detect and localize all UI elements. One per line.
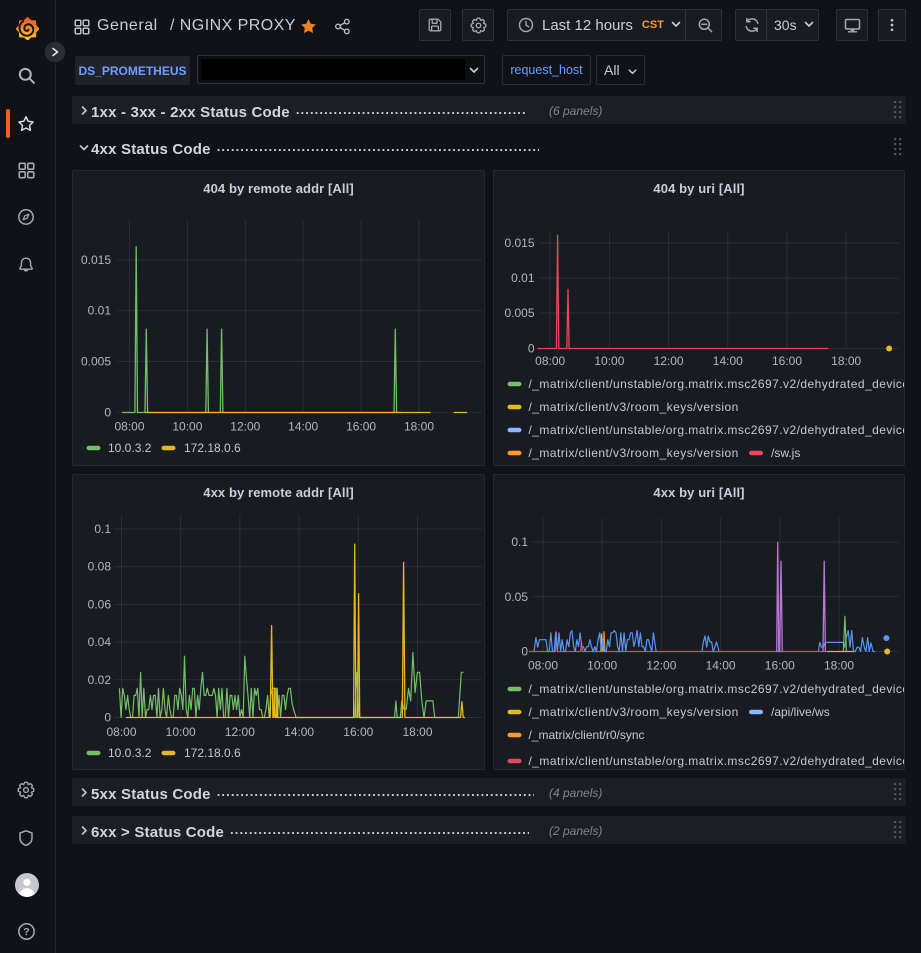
svg-text:16:00: 16:00 xyxy=(346,420,376,434)
svg-text:14:00: 14:00 xyxy=(288,420,318,434)
svg-text:?: ? xyxy=(23,926,29,938)
svg-text:0.015: 0.015 xyxy=(504,236,534,250)
svg-text:0.06: 0.06 xyxy=(88,597,112,611)
svg-text:0.02: 0.02 xyxy=(88,673,112,687)
svg-text:0.04: 0.04 xyxy=(88,635,112,649)
svg-text:0.015: 0.015 xyxy=(81,253,111,267)
svg-text:16:00: 16:00 xyxy=(343,725,373,739)
svg-text:08:00: 08:00 xyxy=(106,725,136,739)
svg-text:14:00: 14:00 xyxy=(706,659,736,673)
svg-text:12:00: 12:00 xyxy=(225,725,255,739)
svg-text:0.08: 0.08 xyxy=(88,560,112,574)
svg-text:/_matrix/client/unstable/org.m: /_matrix/client/unstable/org.matrix.msc2… xyxy=(529,377,906,391)
svg-text:/api/live/ws: /api/live/ws xyxy=(771,705,830,719)
svg-text:/_matrix/client/unstable/org.m: /_matrix/client/unstable/org.matrix.msc2… xyxy=(529,423,906,437)
svg-text:0: 0 xyxy=(104,406,111,420)
svg-text:08:00: 08:00 xyxy=(535,354,565,368)
svg-text:0.05: 0.05 xyxy=(505,590,529,604)
svg-text:16:00: 16:00 xyxy=(772,354,802,368)
svg-text:10:00: 10:00 xyxy=(587,659,617,673)
svg-text:/_matrix/client/r0/sync: /_matrix/client/r0/sync xyxy=(529,728,645,742)
svg-text:0.1: 0.1 xyxy=(511,535,528,549)
svg-text:10.0.3.2: 10.0.3.2 xyxy=(108,746,152,760)
svg-text:/sw.js: /sw.js xyxy=(771,446,800,460)
svg-text:08:00: 08:00 xyxy=(114,420,144,434)
svg-text:12:00: 12:00 xyxy=(230,420,260,434)
svg-text:14:00: 14:00 xyxy=(284,725,314,739)
svg-text:172.18.0.6: 172.18.0.6 xyxy=(184,746,241,760)
svg-text:18:00: 18:00 xyxy=(402,725,432,739)
svg-text:/_matrix/client/v3/room_keys/v: /_matrix/client/v3/room_keys/version xyxy=(529,446,739,460)
svg-text:18:00: 18:00 xyxy=(824,659,854,673)
svg-text:/_matrix/client/v3/room_keys/v: /_matrix/client/v3/room_keys/version xyxy=(529,705,739,719)
svg-text:10:00: 10:00 xyxy=(172,420,202,434)
svg-text:14:00: 14:00 xyxy=(713,354,743,368)
svg-text:0: 0 xyxy=(528,342,535,356)
svg-text:12:00: 12:00 xyxy=(654,354,684,368)
svg-text:172.18.0.6: 172.18.0.6 xyxy=(184,441,241,455)
svg-text:10:00: 10:00 xyxy=(166,725,196,739)
svg-text:08:00: 08:00 xyxy=(528,659,558,673)
svg-text:12:00: 12:00 xyxy=(646,659,676,673)
svg-text:10.0.3.2: 10.0.3.2 xyxy=(108,441,152,455)
svg-text:18:00: 18:00 xyxy=(831,354,861,368)
svg-text:18:00: 18:00 xyxy=(404,420,434,434)
svg-text:10:00: 10:00 xyxy=(594,354,624,368)
svg-text:0.005: 0.005 xyxy=(81,355,111,369)
svg-text:0: 0 xyxy=(104,711,111,725)
svg-text:/_matrix/client/unstable/org.m: /_matrix/client/unstable/org.matrix.msc2… xyxy=(529,682,906,696)
svg-text:0.005: 0.005 xyxy=(504,306,534,320)
svg-text:0.01: 0.01 xyxy=(511,271,535,285)
svg-text:/_matrix/client/unstable/org.m: /_matrix/client/unstable/org.matrix.msc2… xyxy=(529,754,906,768)
svg-text:/_matrix/client/v3/room_keys/v: /_matrix/client/v3/room_keys/version xyxy=(529,400,739,414)
svg-text:0.1: 0.1 xyxy=(94,522,111,536)
svg-text:16:00: 16:00 xyxy=(765,659,795,673)
svg-text:0.01: 0.01 xyxy=(88,304,112,318)
svg-text:0: 0 xyxy=(521,645,528,659)
